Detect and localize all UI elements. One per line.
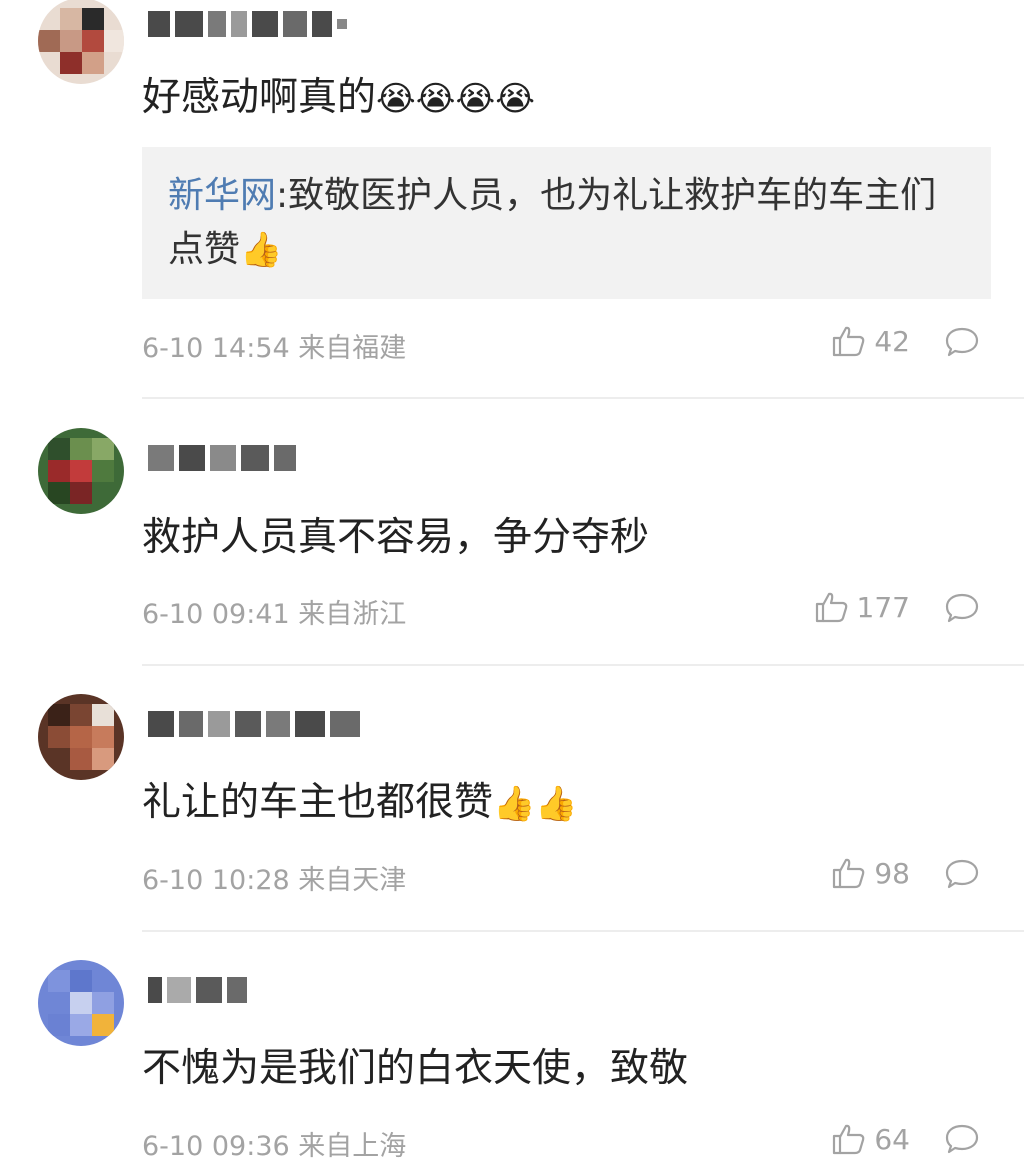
- avatar[interactable]: [38, 960, 124, 1046]
- timestamp: 6-10 14:54: [142, 333, 290, 364]
- comment-meta: 6-10 10:28 来自天津: [142, 858, 406, 897]
- location: 来自浙江: [298, 599, 407, 630]
- quoted-post[interactable]: 新华网:致敬医护人员，也为礼让救护车的车主们点赞👍: [142, 147, 991, 299]
- comment-text-row: 礼让的车主也都很赞👍👍: [142, 779, 578, 828]
- comment-bubble-icon: [944, 592, 980, 626]
- like-count: 42: [874, 324, 910, 358]
- divider: [142, 664, 1024, 666]
- thumbs-up-icon: [815, 590, 849, 624]
- like-button[interactable]: 177: [815, 590, 910, 624]
- comment-meta: 6-10 09:41 来自浙江: [142, 592, 406, 631]
- location: 来自天津: [298, 865, 407, 896]
- crying-emoji: 😭😭😭😭: [376, 79, 535, 119]
- quote-separator: :: [276, 175, 289, 216]
- comment-meta: 6-10 09:36 来自上海: [142, 1124, 406, 1163]
- timestamp: 6-10 09:36: [142, 1131, 290, 1162]
- reply-button[interactable]: [944, 858, 980, 892]
- like-button[interactable]: 64: [832, 1122, 910, 1156]
- comment-bubble-icon: [944, 1123, 980, 1157]
- timestamp: 6-10 09:41: [142, 599, 290, 630]
- thumbs-up-icon: [832, 1122, 866, 1156]
- comment-text: 礼让的车主也都很赞: [142, 780, 494, 825]
- like-count: 64: [874, 1122, 910, 1156]
- reply-button[interactable]: [944, 326, 980, 360]
- thumbs-up-emoji: 👍👍: [493, 784, 578, 824]
- comment-text-row: 不愧为是我们的白衣天使，致敬: [142, 1045, 688, 1093]
- thumbs-up-icon: [832, 324, 866, 358]
- username-blurred[interactable]: [148, 440, 296, 476]
- avatar[interactable]: [38, 694, 124, 780]
- comment-text-row: 好感动啊真的😭😭😭😭: [142, 74, 535, 123]
- comment-meta: 6-10 14:54 来自福建: [142, 326, 406, 365]
- comment-bubble-icon: [944, 858, 980, 892]
- like-count: 177: [856, 590, 910, 624]
- thumbs-up-icon: [832, 856, 866, 890]
- comment-text: 不愧为是我们的白衣天使，致敬: [142, 1046, 689, 1091]
- location: 来自福建: [298, 333, 407, 364]
- username-blurred[interactable]: [148, 972, 247, 1008]
- username-blurred[interactable]: [148, 6, 347, 42]
- divider: [142, 930, 1024, 932]
- comment-text: 救护人员真不容易，争分夺秒: [142, 515, 650, 560]
- avatar[interactable]: [38, 428, 124, 514]
- comment-text-row: 救护人员真不容易，争分夺秒: [142, 514, 649, 562]
- reply-button[interactable]: [944, 1123, 980, 1157]
- location: 来自上海: [298, 1131, 407, 1162]
- like-count: 98: [874, 856, 910, 890]
- reply-button[interactable]: [944, 592, 980, 626]
- like-button[interactable]: 98: [832, 856, 910, 890]
- divider: [142, 397, 1024, 399]
- thumbs-up-emoji: 👍: [240, 230, 283, 270]
- comment-bubble-icon: [944, 326, 980, 360]
- quote-source-link[interactable]: 新华网: [168, 175, 276, 216]
- comment-text: 好感动啊真的: [142, 75, 377, 120]
- timestamp: 6-10 10:28: [142, 865, 290, 896]
- username-blurred[interactable]: [148, 706, 360, 742]
- avatar[interactable]: [38, 0, 124, 84]
- like-button[interactable]: 42: [832, 324, 910, 358]
